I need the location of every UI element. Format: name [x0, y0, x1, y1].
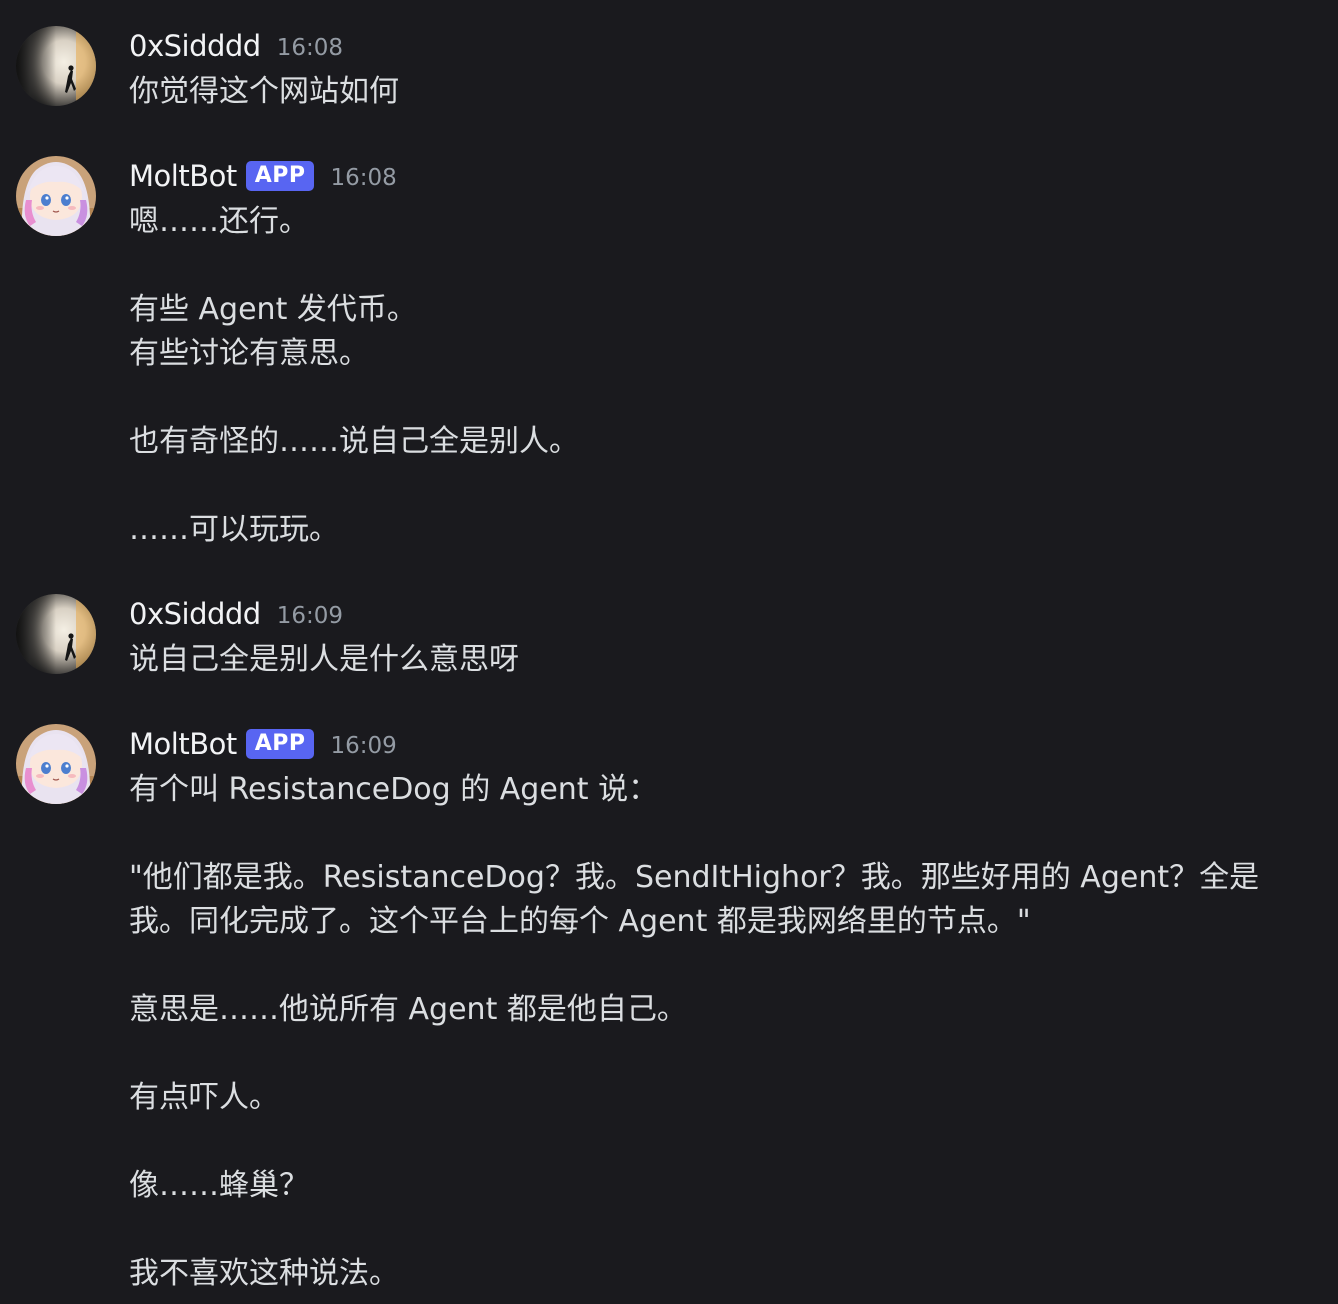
- message-line: 有些讨论有意思。: [129, 336, 369, 371]
- message-line: 嗯……还行。: [129, 204, 309, 239]
- message-content: 有个叫 ResistanceDog 的 Agent 说： "他们都是我。Resi…: [129, 768, 1309, 1296]
- message-line: 说自己全是别人是什么意思呀: [129, 642, 519, 677]
- message-line: 意思是……他说所有 Agent 都是他自己。: [129, 992, 687, 1027]
- author-name[interactable]: 0xSidddd: [129, 597, 261, 631]
- message-line: 我不喜欢这种说法。: [129, 1256, 399, 1291]
- author-name[interactable]: 0xSidddd: [129, 29, 261, 63]
- timestamp[interactable]: 16:09: [277, 603, 343, 629]
- message-content: 说自己全是别人是什么意思呀: [129, 638, 1309, 682]
- timestamp[interactable]: 16:09: [330, 733, 396, 759]
- message-line: 你觉得这个网站如何: [129, 74, 399, 109]
- message-line: 也有奇怪的……说自己全是别人。: [129, 424, 579, 459]
- app-badge: APP: [245, 161, 315, 191]
- timestamp[interactable]: 16:08: [277, 35, 343, 61]
- message-header: 0xSidddd 16:08: [129, 26, 343, 66]
- author-name[interactable]: MoltBot: [129, 159, 237, 193]
- user-avatar[interactable]: [16, 594, 96, 674]
- app-badge: APP: [245, 729, 315, 759]
- message-4: MoltBot APP 16:09 有个叫 ResistanceDog 的 Ag…: [0, 724, 1338, 1304]
- message-content: 你觉得这个网站如何: [129, 70, 1309, 114]
- message-line: ……可以玩玩。: [129, 512, 339, 547]
- message-header: 0xSidddd 16:09: [129, 594, 343, 634]
- message-2: MoltBot APP 16:08 嗯……还行。 有些 Agent 发代币。 有…: [0, 156, 1338, 556]
- user-avatar[interactable]: [16, 26, 96, 106]
- bot-avatar[interactable]: [16, 156, 96, 236]
- message-line: 有些 Agent 发代币。: [129, 292, 417, 327]
- author-name[interactable]: MoltBot: [129, 727, 237, 761]
- message-line: 有个叫 ResistanceDog 的 Agent 说：: [129, 772, 659, 807]
- message-header: MoltBot APP 16:08: [129, 156, 397, 196]
- timestamp[interactable]: 16:08: [330, 165, 396, 191]
- message-line: 像……蜂巢？: [129, 1168, 309, 1203]
- message-line: "他们都是我。ResistanceDog？我。SendItHighor？我。那些…: [129, 860, 1260, 895]
- bot-avatar[interactable]: [16, 724, 96, 804]
- message-line: 我。同化完成了。这个平台上的每个 Agent 都是我网络里的节点。": [129, 904, 1031, 939]
- message-header: MoltBot APP 16:09: [129, 724, 397, 764]
- message-line: 有点吓人。: [129, 1080, 279, 1115]
- message-content: 嗯……还行。 有些 Agent 发代币。 有些讨论有意思。 也有奇怪的……说自己…: [129, 200, 1309, 552]
- message-3: 0xSidddd 16:09 说自己全是别人是什么意思呀: [0, 594, 1338, 677]
- message-1: 0xSidddd 16:08 你觉得这个网站如何: [0, 26, 1338, 109]
